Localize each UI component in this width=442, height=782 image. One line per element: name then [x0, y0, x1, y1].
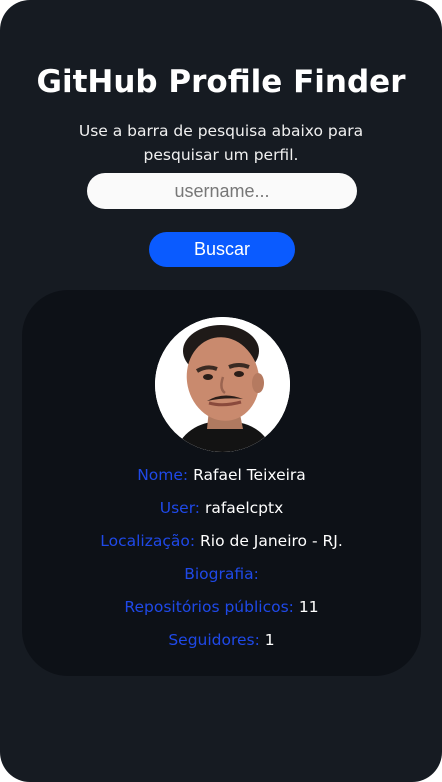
- page-subtitle: Use a barra de pesquisa abaixo para pesq…: [78, 122, 364, 164]
- profile-name-row: Nome: Rafael Teixeira: [22, 465, 421, 485]
- location-label: Localização:: [100, 532, 196, 550]
- name-label: Nome:: [137, 466, 189, 484]
- user-value: rafaelcptx: [204, 499, 284, 517]
- profile-followers-row: Seguidores: 1: [22, 630, 421, 650]
- followers-value: 1: [264, 631, 275, 649]
- username-search-input[interactable]: [87, 173, 357, 209]
- name-value: Rafael Teixeira: [193, 466, 306, 484]
- location-value: Rio de Janeiro - RJ.: [200, 532, 343, 550]
- followers-label: Seguidores:: [168, 631, 260, 649]
- repos-value: 11: [298, 598, 319, 616]
- search-button[interactable]: Buscar: [149, 232, 295, 267]
- profile-location-row: Localização: Rio de Janeiro - RJ.: [22, 531, 421, 551]
- repos-label: Repositórios públicos:: [124, 598, 294, 616]
- profile-bio-row: Biografia:: [22, 564, 421, 584]
- user-label: User:: [159, 499, 201, 517]
- bio-label: Biografia:: [184, 565, 259, 583]
- profile-user-row: User: rafaelcptx: [22, 498, 421, 518]
- profile-card: Nome: Rafael Teixeira User: rafaelcptx L…: [22, 290, 421, 676]
- profile-repos-row: Repositórios públicos: 11: [22, 597, 421, 617]
- avatar-photo-icon: [155, 317, 290, 452]
- page-title: GitHub Profile Finder: [36, 64, 406, 100]
- profile-avatar: [155, 317, 290, 452]
- app-container: GitHub Profile Finder Use a barra de pes…: [0, 0, 442, 782]
